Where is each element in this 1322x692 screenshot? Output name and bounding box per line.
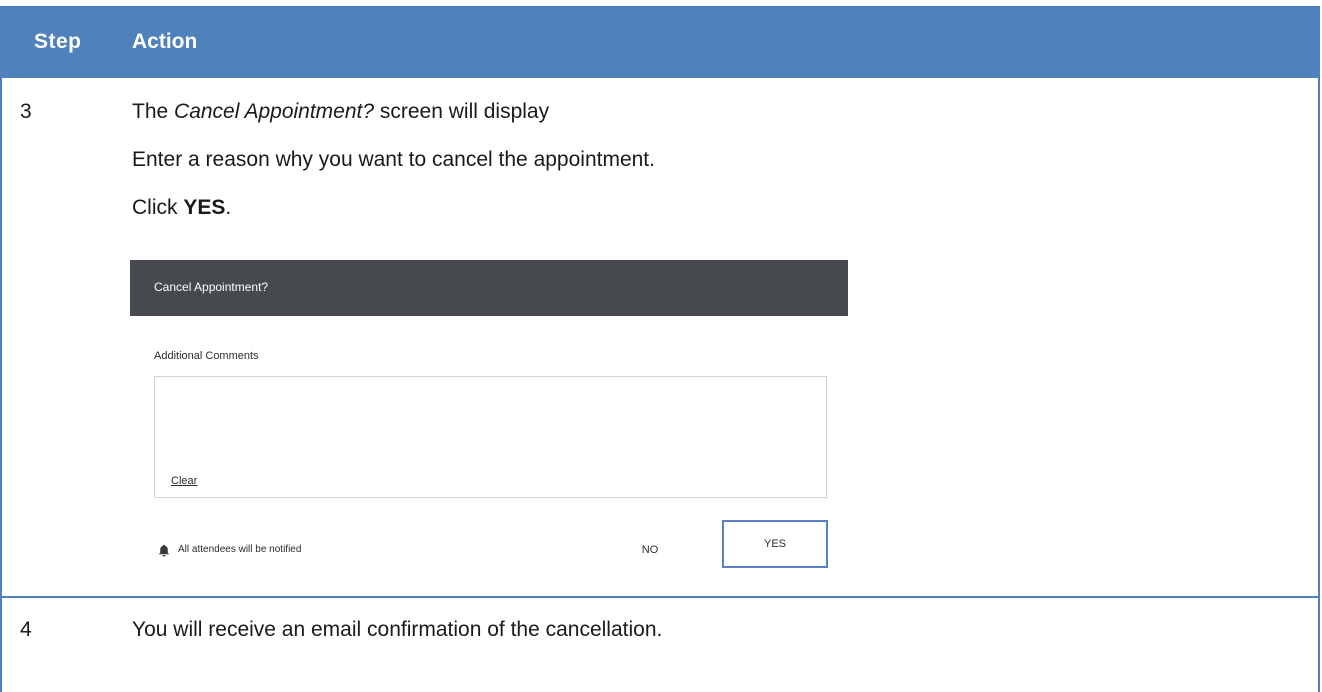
dialog-titlebar: Cancel Appointment? xyxy=(130,260,848,316)
cancel-appointment-dialog: Cancel Appointment? Additional Comments … xyxy=(130,260,848,584)
step-3-click: Click YES. xyxy=(132,196,231,220)
intro-prefix: The xyxy=(132,100,175,123)
header-action: Action xyxy=(132,30,198,53)
click-prefix: Click xyxy=(132,196,184,219)
bell-icon xyxy=(158,544,170,557)
step-4-text: You will receive an email confirmation o… xyxy=(132,618,663,641)
notify-text: All attendees will be notified xyxy=(178,544,302,555)
table-header: Step Action xyxy=(2,6,1318,80)
intro-suffix: screen will display xyxy=(374,100,550,123)
step-number: 3 xyxy=(20,100,32,123)
no-button[interactable]: NO xyxy=(630,536,670,564)
step-3-intro: The Cancel Appointment? screen will disp… xyxy=(132,100,549,124)
instructions-table: Step Action 3 The Cancel Appointment? sc… xyxy=(0,6,1320,692)
step-number: 4 xyxy=(20,618,32,641)
dialog-title: Cancel Appointment? xyxy=(154,280,269,294)
table-row-step-3: 3 The Cancel Appointment? screen will di… xyxy=(2,80,1318,598)
click-target: YES xyxy=(183,196,226,219)
comments-label: Additional Comments xyxy=(154,350,259,362)
intro-screen-name: Cancel Appointment? xyxy=(174,100,375,123)
step-3-instruction: Enter a reason why you want to cancel th… xyxy=(132,148,655,171)
yes-button[interactable]: YES xyxy=(722,520,828,568)
clear-link[interactable]: Clear xyxy=(171,475,197,487)
comments-textarea[interactable]: Clear xyxy=(154,376,827,498)
click-suffix: . xyxy=(225,196,232,219)
table-row-step-4: 4 You will receive an email confirmation… xyxy=(2,598,1318,692)
header-step: Step xyxy=(34,30,82,53)
